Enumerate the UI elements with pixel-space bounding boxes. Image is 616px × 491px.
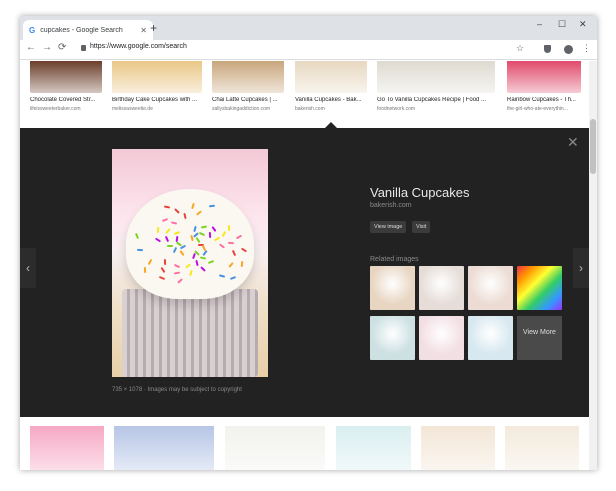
next-image-button[interactable]: › — [573, 248, 589, 288]
result-caption: Birthday Cake Cupcakes with ... — [112, 97, 198, 103]
result-thumbnail — [212, 61, 284, 93]
cupcake-liner — [122, 289, 258, 377]
result-top-5[interactable]: Go To Vanilla Cupcakes Recipe | Food ...… — [377, 61, 495, 127]
result-source: lifeissweeterbaker.com — [30, 106, 81, 112]
related-image[interactable] — [419, 266, 464, 310]
sprinkle — [240, 260, 244, 268]
tab-bar: G cupcakes - Google Search ✕ + – ☐ ✕ — [20, 16, 597, 40]
related-image[interactable] — [468, 316, 513, 360]
browser-tab[interactable]: G cupcakes - Google Search ✕ — [23, 20, 153, 40]
result-thumbnail — [112, 61, 202, 93]
minimize-button[interactable]: – — [537, 19, 542, 29]
view-image-button[interactable]: View image — [370, 221, 407, 233]
result-thumbnail — [30, 61, 102, 93]
image-dimensions-caption: 735 × 1078 · Images may be subject to co… — [112, 387, 242, 393]
related-image[interactable] — [468, 266, 513, 310]
related-image[interactable] — [370, 266, 415, 310]
result-top-2[interactable]: Birthday Cake Cupcakes with ... melissas… — [112, 61, 202, 127]
sprinkle — [209, 204, 216, 207]
sprinkle — [166, 244, 174, 247]
result-caption: Chocolate Covered Str... — [30, 97, 96, 103]
reload-button[interactable]: ⟳ — [58, 42, 66, 53]
related-images-label: Related images — [370, 256, 419, 263]
address-bar[interactable]: https://www.google.com/search — [90, 43, 187, 50]
result-thumbnail — [295, 61, 367, 93]
tab-close-icon[interactable]: ✕ — [140, 26, 147, 35]
new-tab-button[interactable]: + — [150, 21, 157, 35]
result-source: sallysbakingaddiction.com — [212, 106, 271, 112]
back-button[interactable]: ← — [26, 42, 36, 53]
sprinkle — [227, 241, 234, 244]
bookmark-star-icon[interactable]: ☆ — [516, 43, 524, 54]
cupcake-frosting — [126, 189, 254, 299]
result-bottom-5[interactable] — [421, 426, 495, 470]
result-bottom-6[interactable] — [505, 426, 579, 470]
browser-menu-icon[interactable]: ⋮ — [582, 43, 591, 54]
image-preview-panel: 735 × 1078 · Images may be subject to co… — [20, 128, 589, 417]
result-source: bakerish.com — [295, 106, 325, 112]
result-bottom-4[interactable] — [336, 426, 411, 470]
related-image[interactable] — [419, 316, 464, 360]
extension-shield-icon[interactable] — [544, 45, 551, 53]
result-top-3[interactable]: Chai Latte Cupcakes | ... sallysbakingad… — [212, 61, 284, 127]
result-thumbnail — [507, 61, 581, 93]
lock-icon — [81, 45, 86, 51]
maximize-button[interactable]: ☐ — [558, 19, 566, 30]
toolbar: ← → ⟳ https://www.google.com/search ☆ ⋮ — [20, 40, 597, 60]
visit-button[interactable]: Visit — [412, 221, 431, 233]
close-preview-icon[interactable]: ✕ — [567, 134, 579, 151]
page-scrollbar[interactable] — [589, 61, 597, 470]
result-top-6[interactable]: Rainbow Cupcakes - Th... the-girl-who-at… — [507, 61, 581, 127]
result-bottom-3[interactable] — [225, 426, 325, 470]
result-caption: Rainbow Cupcakes - Th... — [507, 97, 576, 103]
result-bottom-1[interactable] — [30, 426, 104, 470]
result-top-4[interactable]: Vanilla Cupcakes - Bak... bakerish.com — [295, 61, 367, 127]
preview-image[interactable] — [112, 149, 268, 377]
preview-title[interactable]: Vanilla Cupcakes — [370, 185, 469, 200]
tab-title: cupcakes - Google Search — [40, 26, 123, 34]
preview-source[interactable]: bakerish.com — [370, 202, 412, 209]
browser-window: G cupcakes - Google Search ✕ + – ☐ ✕ ← →… — [20, 16, 597, 470]
result-bottom-2[interactable] — [114, 426, 214, 470]
related-image[interactable] — [370, 316, 415, 360]
sprinkle — [208, 232, 211, 239]
google-favicon-icon: G — [29, 25, 36, 35]
view-more-button[interactable]: View More — [517, 316, 562, 360]
result-caption: Chai Latte Cupcakes | ... — [212, 97, 278, 103]
close-window-button[interactable]: ✕ — [579, 19, 587, 30]
search-results-page: Chocolate Covered Str... lifeissweeterba… — [20, 61, 597, 470]
related-image[interactable] — [517, 266, 562, 310]
result-source: melissasweetie.de — [112, 106, 153, 112]
result-caption: Vanilla Cupcakes - Bak... — [295, 97, 362, 103]
scrollbar-thumb[interactable] — [590, 119, 596, 174]
result-source: foodnetwork.com — [377, 106, 416, 112]
previous-image-button[interactable]: ‹ — [20, 248, 36, 288]
forward-button[interactable]: → — [42, 42, 52, 53]
result-thumbnail — [377, 61, 495, 93]
result-top-1[interactable]: Chocolate Covered Str... lifeissweeterba… — [30, 61, 102, 127]
result-caption: Go To Vanilla Cupcakes Recipe | Food ... — [377, 97, 487, 103]
profile-avatar[interactable] — [564, 45, 573, 54]
result-source: the-girl-who-ate-everythin... — [507, 106, 568, 112]
